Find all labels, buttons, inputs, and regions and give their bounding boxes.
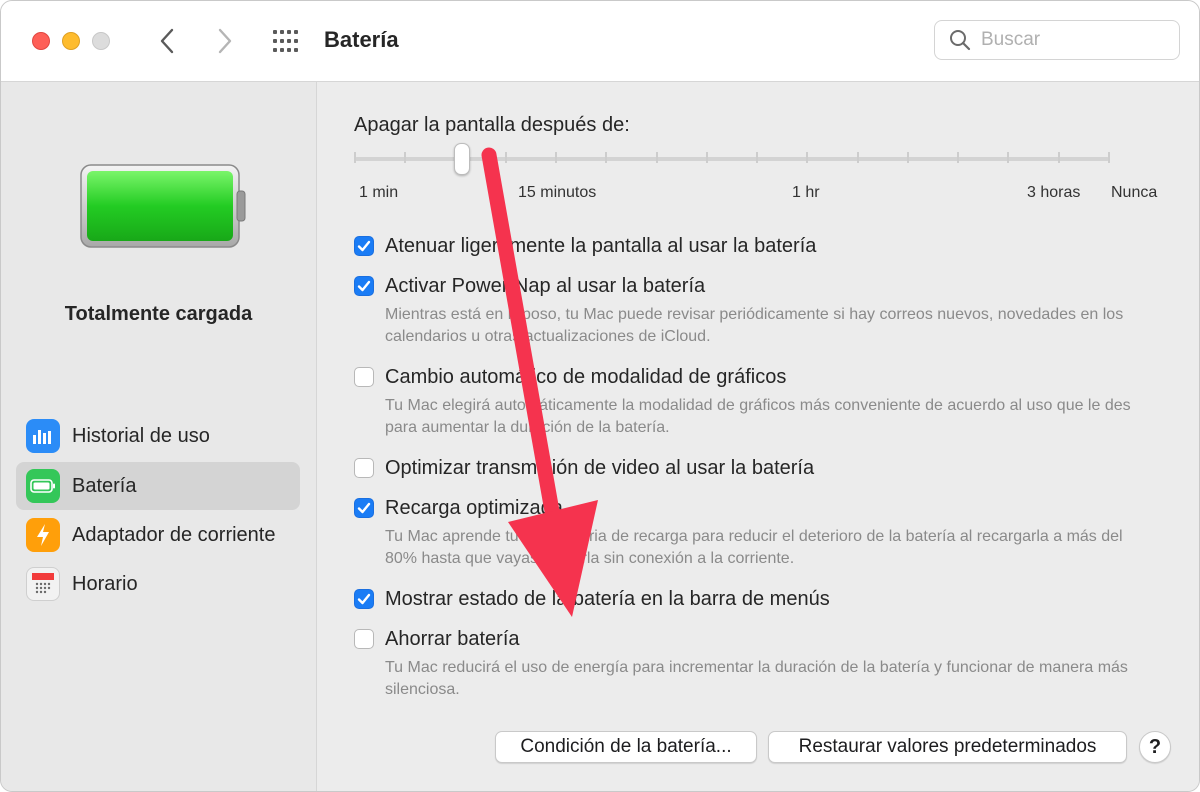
sidebar-item-usage-history[interactable]: Historial de uso [16, 412, 300, 460]
slider-label-1hr: 1 hr [792, 184, 820, 201]
sidebar-item-battery[interactable]: Batería [16, 462, 300, 510]
slider-tick [856, 152, 859, 163]
bolt-icon [26, 518, 60, 552]
show-all-button[interactable] [271, 28, 301, 54]
slider-tick [806, 152, 809, 163]
battery-icon [26, 469, 60, 503]
checkbox[interactable] [354, 498, 374, 518]
checkbox[interactable] [354, 276, 374, 296]
sidebar-item-label: Historial de uso [72, 424, 210, 447]
battery-status-label: Totalmente cargada [64, 303, 253, 325]
checkbox[interactable] [354, 589, 374, 609]
slider-tick [404, 152, 407, 163]
slider-tick [705, 152, 708, 163]
slider-tick [1108, 152, 1110, 163]
sidebar-item-label: Adaptador de corriente [72, 523, 276, 546]
slider-tick [655, 152, 658, 163]
close-window-button[interactable] [32, 32, 50, 50]
battery-settings-pane: Apagar la pantalla después de: 1 min 15 … [317, 82, 1199, 791]
slider-label-min: 1 min [359, 184, 399, 201]
slider-tick [605, 152, 608, 163]
zoom-window-button[interactable] [92, 32, 110, 50]
option-label: Ahorrar batería [385, 628, 520, 650]
option-label: Recarga optimizada [385, 497, 563, 519]
help-button[interactable]: ? [1139, 731, 1171, 763]
checkmark-icon [357, 593, 371, 605]
option-label: Atenuar ligeramente la pantalla al usar … [385, 235, 817, 257]
title-bar: Batería [1, 1, 1199, 82]
checkbox[interactable] [354, 236, 374, 256]
battery-large-icon [80, 164, 246, 248]
sidebar-item-label: Batería [72, 474, 137, 497]
option-label: Mostrar estado de la batería en la barra… [385, 588, 830, 610]
bar-chart-icon [26, 419, 60, 453]
slider-label-15min: 15 minutos [518, 184, 597, 201]
slider-tick [1057, 152, 1060, 163]
slider-thumb[interactable] [453, 143, 470, 175]
slider-tick [504, 152, 507, 163]
option-low-power-mode[interactable]: Ahorrar batería Tu Mac reducirá el uso d… [354, 627, 1155, 701]
checkmark-icon [357, 502, 371, 514]
checkmark-icon [357, 240, 371, 252]
sidebar-item-label: Horario [72, 572, 138, 595]
checkmark-icon [357, 280, 371, 292]
chevron-left-icon [160, 28, 174, 54]
option-dim-display[interactable]: Atenuar ligeramente la pantalla al usar … [354, 234, 816, 258]
minimize-window-button[interactable] [62, 32, 80, 50]
sidebar-item-schedule[interactable]: Horario [16, 560, 300, 608]
option-optimize-video-streaming[interactable]: Optimizar transmisión de video al usar l… [354, 456, 814, 480]
search-input[interactable] [979, 28, 1173, 52]
battery-health-button[interactable]: Condición de la batería... [495, 731, 757, 763]
checkbox[interactable] [354, 367, 374, 387]
search-icon [950, 30, 971, 51]
slider-tick [354, 152, 356, 163]
back-button[interactable] [152, 25, 182, 57]
calendar-icon [26, 567, 60, 601]
restore-defaults-button[interactable]: Restaurar valores predeterminados [768, 731, 1127, 763]
option-show-battery-menu-bar[interactable]: Mostrar estado de la batería en la barra… [354, 587, 830, 611]
display-sleep-title: Apagar la pantalla después de: [354, 114, 630, 136]
option-auto-graphics-switching[interactable]: Cambio automático de modalidad de gráfic… [354, 365, 1155, 439]
sidebar-item-power-adapter[interactable]: Adaptador de corriente [16, 511, 300, 559]
option-description: Tu Mac elegirá automáticamente la modali… [385, 397, 1131, 436]
slider-label-3hr: 3 horas [1027, 184, 1081, 201]
checkbox[interactable] [354, 458, 374, 478]
option-label: Optimizar transmisión de video al usar l… [385, 457, 815, 479]
search-field[interactable] [934, 20, 1180, 60]
chevron-right-icon [218, 28, 232, 54]
option-label: Cambio automático de modalidad de gráfic… [385, 366, 787, 388]
slider-label-never: Nunca [1111, 184, 1158, 201]
option-label: Activar Power Nap al usar la batería [385, 275, 706, 297]
option-description: Tu Mac reducirá el uso de energía para i… [385, 659, 1128, 698]
preferences-window: Batería Buscar Totalmente cargada Histor… [0, 0, 1200, 792]
slider-tick [756, 152, 759, 163]
slider-tick [957, 152, 960, 163]
checkbox[interactable] [354, 629, 374, 649]
option-description: Tu Mac aprende tu rutina diaria de recar… [385, 528, 1123, 567]
option-description: Mientras está en reposo, tu Mac puede re… [385, 306, 1124, 345]
slider-tick [555, 152, 558, 163]
forward-button[interactable] [210, 25, 240, 57]
window-title: Batería [324, 27, 399, 52]
option-optimized-charging[interactable]: Recarga optimizada Tu Mac aprende tu rut… [354, 496, 1155, 570]
sidebar: Totalmente cargada Historial de uso Bate… [1, 82, 317, 791]
slider-tick [1007, 152, 1010, 163]
slider-tick [906, 152, 909, 163]
option-power-nap[interactable]: Activar Power Nap al usar la batería Mie… [354, 274, 1155, 348]
